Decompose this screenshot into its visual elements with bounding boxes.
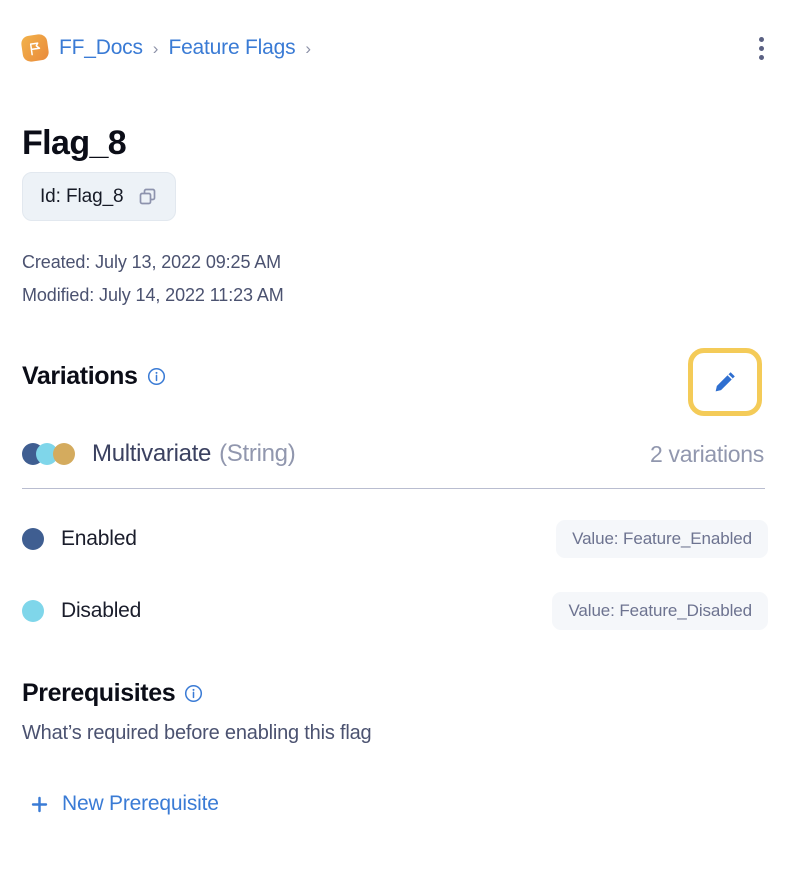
new-prerequisite-button[interactable]: New Prerequisite — [30, 792, 219, 816]
variations-divider — [22, 488, 765, 489]
kebab-dot-3 — [758, 54, 764, 60]
prerequisites-subtitle: What’s required before enabling this fla… — [22, 722, 372, 744]
variations-title: Variations — [22, 362, 138, 390]
variations-section-header: Variations — [22, 362, 166, 391]
copy-icon[interactable] — [138, 187, 158, 207]
page-title: Flag_8 — [22, 124, 127, 162]
breadcrumb-item-ff-docs[interactable]: FF_Docs — [59, 36, 143, 60]
breadcrumb-item-feature-flags[interactable]: Feature Flags — [168, 36, 295, 60]
breadcrumb: FF_Docs › Feature Flags › — [20, 33, 746, 63]
info-icon[interactable] — [147, 367, 166, 386]
info-icon-prerequisites[interactable] — [184, 684, 203, 703]
modified-timestamp: Modified: July 14, 2022 11:23 AM — [22, 285, 284, 305]
variation-dot-disabled — [22, 600, 44, 622]
variation-label-disabled: Disabled — [61, 599, 142, 622]
variation-value-disabled: Value: Feature_Disabled — [552, 592, 768, 630]
prerequisites-section-header: Prerequisites — [22, 679, 203, 708]
kebab-dot-1 — [758, 36, 764, 42]
variation-type-kind: (String) — [219, 440, 296, 467]
variation-row-enabled: Enabled Value: Feature_Enabled — [22, 520, 768, 558]
overflow-menu-button[interactable] — [746, 31, 776, 65]
variation-type-row: Multivariate (String) 2 variations — [22, 435, 764, 473]
chevron-right-icon: › — [152, 38, 159, 58]
new-prerequisite-label: New Prerequisite — [62, 792, 219, 815]
flag-id-label: Id: Flag_8 — [40, 185, 124, 207]
created-timestamp: Created: July 13, 2022 09:25 AM — [22, 252, 282, 272]
flag-id-chip[interactable]: Id: Flag_8 — [22, 172, 176, 221]
edit-variations-button[interactable] — [688, 348, 762, 416]
variation-row-disabled: Disabled Value: Feature_Disabled — [22, 592, 768, 630]
plus-icon — [30, 795, 49, 814]
pencil-edit-icon — [711, 368, 739, 396]
flag-app-icon — [20, 33, 50, 63]
variation-value-enabled: Value: Feature_Enabled — [556, 520, 768, 558]
variation-type-name: Multivariate — [92, 440, 212, 467]
variation-count: 2 variations — [649, 440, 764, 467]
kebab-dot-2 — [758, 45, 764, 51]
prerequisites-title: Prerequisites — [22, 679, 176, 707]
variation-label-enabled: Enabled — [61, 527, 137, 550]
flag-detail-page: FF_Docs › Feature Flags › Flag_8 Id: Fla… — [0, 0, 798, 870]
chevron-right-icon-2: › — [305, 38, 312, 58]
variation-dot-enabled — [22, 528, 44, 550]
cluster-dot-3 — [53, 443, 75, 465]
breadcrumb-bar: FF_Docs › Feature Flags › — [0, 0, 798, 96]
variation-color-cluster-icon — [22, 443, 80, 465]
